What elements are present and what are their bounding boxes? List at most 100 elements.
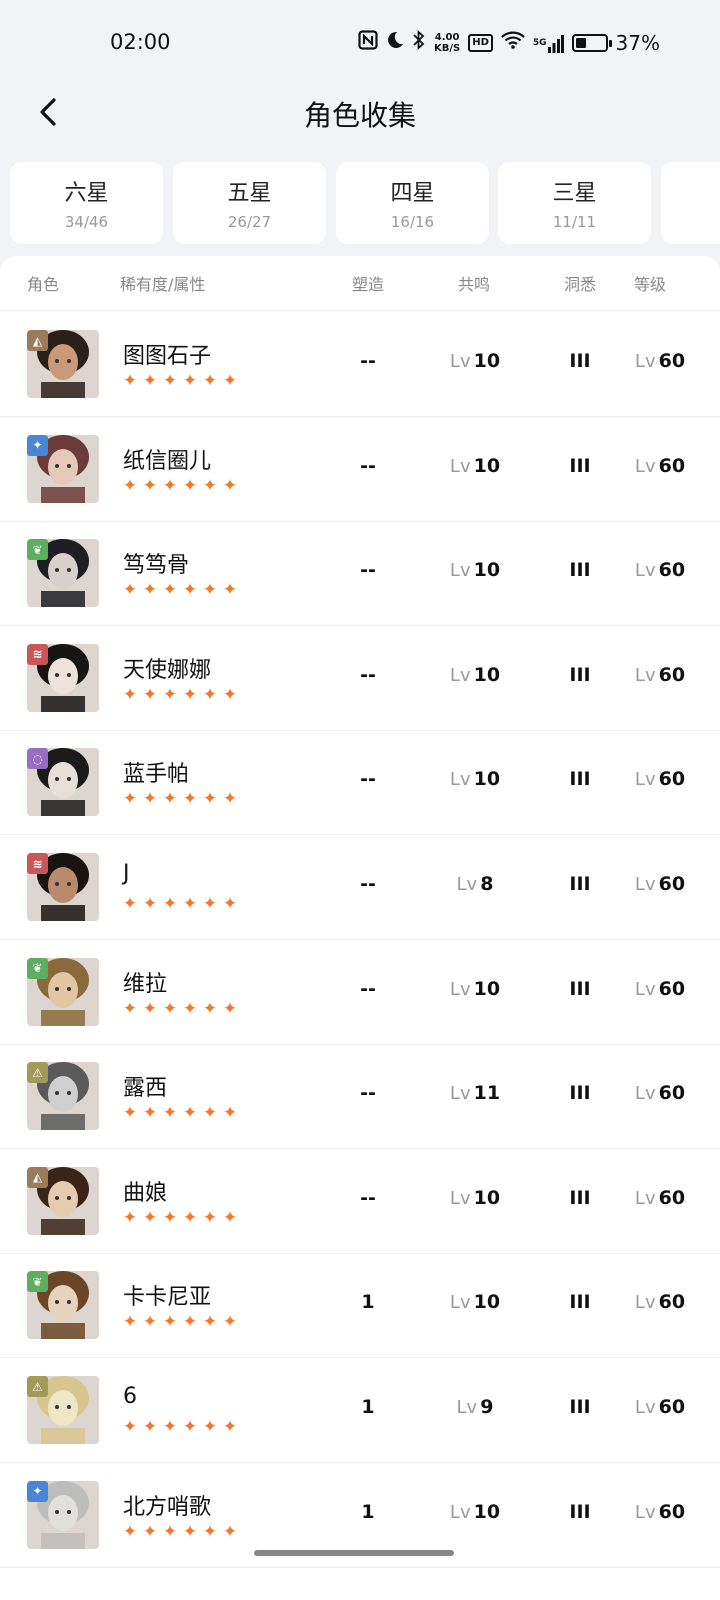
tab-next-partial[interactable]: [661, 162, 720, 244]
forge-value: --: [360, 977, 376, 1000]
star-icon: ✦: [162, 789, 178, 810]
lv-prefix: Lv: [456, 874, 478, 895]
insight-value: III: [569, 1396, 591, 1418]
insight-value: III: [569, 1500, 591, 1523]
character-name: 维拉: [123, 971, 168, 997]
col-header-resonance: 共鸣: [458, 275, 491, 294]
forge-value: --: [360, 768, 376, 791]
character-name: 天使娜娜: [123, 657, 212, 683]
star-icon: ✦: [122, 1312, 138, 1333]
character-row[interactable]: ◌ 蓝手帕 ✦ ✦ ✦ ✦ ✦ ✦ -- Lv 10 III Lv 60: [0, 730, 720, 836]
col-header-rarity: 稀有度/属性: [120, 275, 206, 294]
lv-prefix: Lv: [449, 351, 471, 372]
resonance-number: 9: [480, 1396, 494, 1418]
character-row[interactable]: ❦ 维拉 ✦ ✦ ✦ ✦ ✦ ✦ -- Lv 10 III Lv 60: [0, 940, 720, 1045]
forge-value: --: [360, 1082, 376, 1105]
star-icon: ✦: [182, 998, 198, 1019]
character-row[interactable]: ❦ 笃笃骨 ✦ ✦ ✦ ✦ ✦ ✦ -- Lv 10 III Lv 60: [0, 521, 720, 627]
star-icon: ✦: [222, 371, 238, 391]
character-portrait: ⚠: [27, 1376, 99, 1444]
insight-value: III: [569, 454, 591, 477]
character-name: 6: [123, 1384, 137, 1409]
character-name: 笃笃骨: [123, 553, 190, 579]
lv-prefix: Lv: [634, 455, 656, 477]
star-icon: ✦: [202, 789, 218, 810]
character-row[interactable]: ≋ J ✦ ✦ ✦ ✦ ✦ ✦ -- Lv 8 III Lv 60: [0, 835, 720, 940]
tab-count: 11/11: [552, 213, 597, 231]
intellect-icon: ⚠: [27, 1062, 48, 1084]
tab-four-star[interactable]: 四星 16/16: [336, 162, 489, 244]
character-row[interactable]: ≋ 天使娜娜 ✦ ✦ ✦ ✦ ✦ ✦ -- Lv 10 III Lv 60: [0, 626, 720, 731]
resonance-value: Lv 10: [430, 350, 520, 372]
star-icon: ✦: [162, 371, 178, 391]
character-row[interactable]: ⚠ 露西 ✦ ✦ ✦ ✦ ✦ ✦ -- Lv 11 III Lv 60: [0, 1044, 720, 1150]
forge-value: --: [360, 663, 376, 686]
star-icon: ✦: [222, 894, 238, 914]
star-icon: ✦: [222, 998, 238, 1019]
nfc-icon: [358, 30, 378, 55]
status-icons: 4.00 KB/S HD 5G 37%: [358, 29, 660, 55]
star-icon: ✦: [202, 1207, 218, 1228]
star-icon: ✦: [122, 1521, 138, 1542]
insight-value: III: [569, 1291, 591, 1314]
star-icon: ✦: [202, 1417, 218, 1437]
star-icon: ✦: [122, 475, 138, 496]
rarity-stars: ✦ ✦ ✦ ✦ ✦ ✦: [121, 686, 239, 704]
level-number: 60: [658, 454, 686, 477]
character-portrait: ◌: [27, 748, 99, 817]
star-icon: ✦: [122, 580, 138, 601]
star-icon: ✦: [142, 1417, 158, 1437]
star-astral-icon: ✦: [27, 1480, 48, 1502]
level-value: Lv 60: [618, 1187, 702, 1209]
forge-value: 1: [361, 1291, 375, 1314]
wifi-icon: [501, 31, 525, 54]
character-row[interactable]: ◭ 曲娘 ✦ ✦ ✦ ✦ ✦ ✦ -- Lv 10 III Lv 60: [0, 1149, 720, 1254]
bluetooth-icon: [412, 29, 426, 55]
star-icon: ✦: [142, 580, 158, 601]
tab-three-star[interactable]: 三星 11/11: [498, 162, 651, 244]
lv-prefix: Lv: [449, 769, 471, 791]
forge-value: --: [360, 350, 376, 372]
level-number: 60: [658, 1186, 686, 1209]
character-name: J: [123, 861, 130, 886]
star-icon: ✦: [122, 1207, 138, 1228]
rarity-tabs: 六星 34/46 五星 26/27 四星 16/16 三星 11/11: [10, 162, 720, 244]
battery-fill: [575, 37, 586, 48]
resonance-value: Lv 11: [430, 1082, 520, 1104]
character-row[interactable]: ✦ 纸信圈儿 ✦ ✦ ✦ ✦ ✦ ✦ -- Lv 10 III Lv 60: [0, 417, 720, 522]
level-value: Lv 60: [618, 873, 702, 895]
rarity-stars: ✦ ✦ ✦ ✦ ✦ ✦: [121, 790, 239, 808]
star-icon: ✦: [122, 684, 138, 705]
star-icon: ✦: [202, 475, 218, 496]
cellular-signal-icon: 5G: [533, 33, 564, 53]
character-row[interactable]: ◭ 图图石子 ✦ ✦ ✦ ✦ ✦ ✦ -- Lv 10 III Lv 60: [0, 312, 720, 417]
home-indicator[interactable]: [254, 1550, 454, 1556]
insight-value: III: [569, 350, 591, 372]
lv-prefix: Lv: [449, 455, 471, 477]
character-row[interactable]: ❦ 卡卡尼亚 ✦ ✦ ✦ ✦ ✦ ✦ 1 Lv 10 III Lv 60: [0, 1253, 720, 1359]
tab-six-star[interactable]: 六星 34/46: [10, 162, 163, 244]
resonance-value: Lv 10: [430, 1187, 520, 1209]
lv-prefix: Lv: [449, 664, 471, 686]
star-icon: ✦: [162, 684, 178, 705]
rarity-stars: ✦ ✦ ✦ ✦ ✦ ✦: [121, 895, 239, 913]
star-icon: ✦: [182, 1103, 198, 1124]
insight-value: III: [569, 768, 591, 791]
mineral-icon: ◭: [27, 1166, 48, 1188]
resonance-number: 10: [473, 977, 501, 1000]
net-speed: 4.00 KB/S: [434, 32, 460, 54]
level-value: Lv 60: [618, 1082, 702, 1104]
rarity-stars: ✦ ✦ ✦ ✦ ✦ ✦: [121, 477, 239, 495]
level-value: Lv 60: [618, 350, 702, 372]
lv-prefix: Lv: [449, 1083, 471, 1105]
character-row[interactable]: ⚠ 6 ✦ ✦ ✦ ✦ ✦ ✦ 1 Lv 9 III Lv 60: [0, 1358, 720, 1463]
plant-leaf-icon: ❦: [27, 957, 48, 979]
character-portrait: ≋: [27, 643, 99, 712]
rarity-stars: ✦ ✦ ✦ ✦ ✦ ✦: [121, 1104, 239, 1122]
page-title: 角色收集: [303, 99, 416, 132]
col-header-insight: 洞悉: [564, 275, 597, 294]
lv-prefix: Lv: [449, 1187, 471, 1209]
star-icon: ✦: [222, 1312, 238, 1333]
star-icon: ✦: [202, 684, 218, 705]
tab-five-star[interactable]: 五星 26/27: [173, 162, 326, 244]
